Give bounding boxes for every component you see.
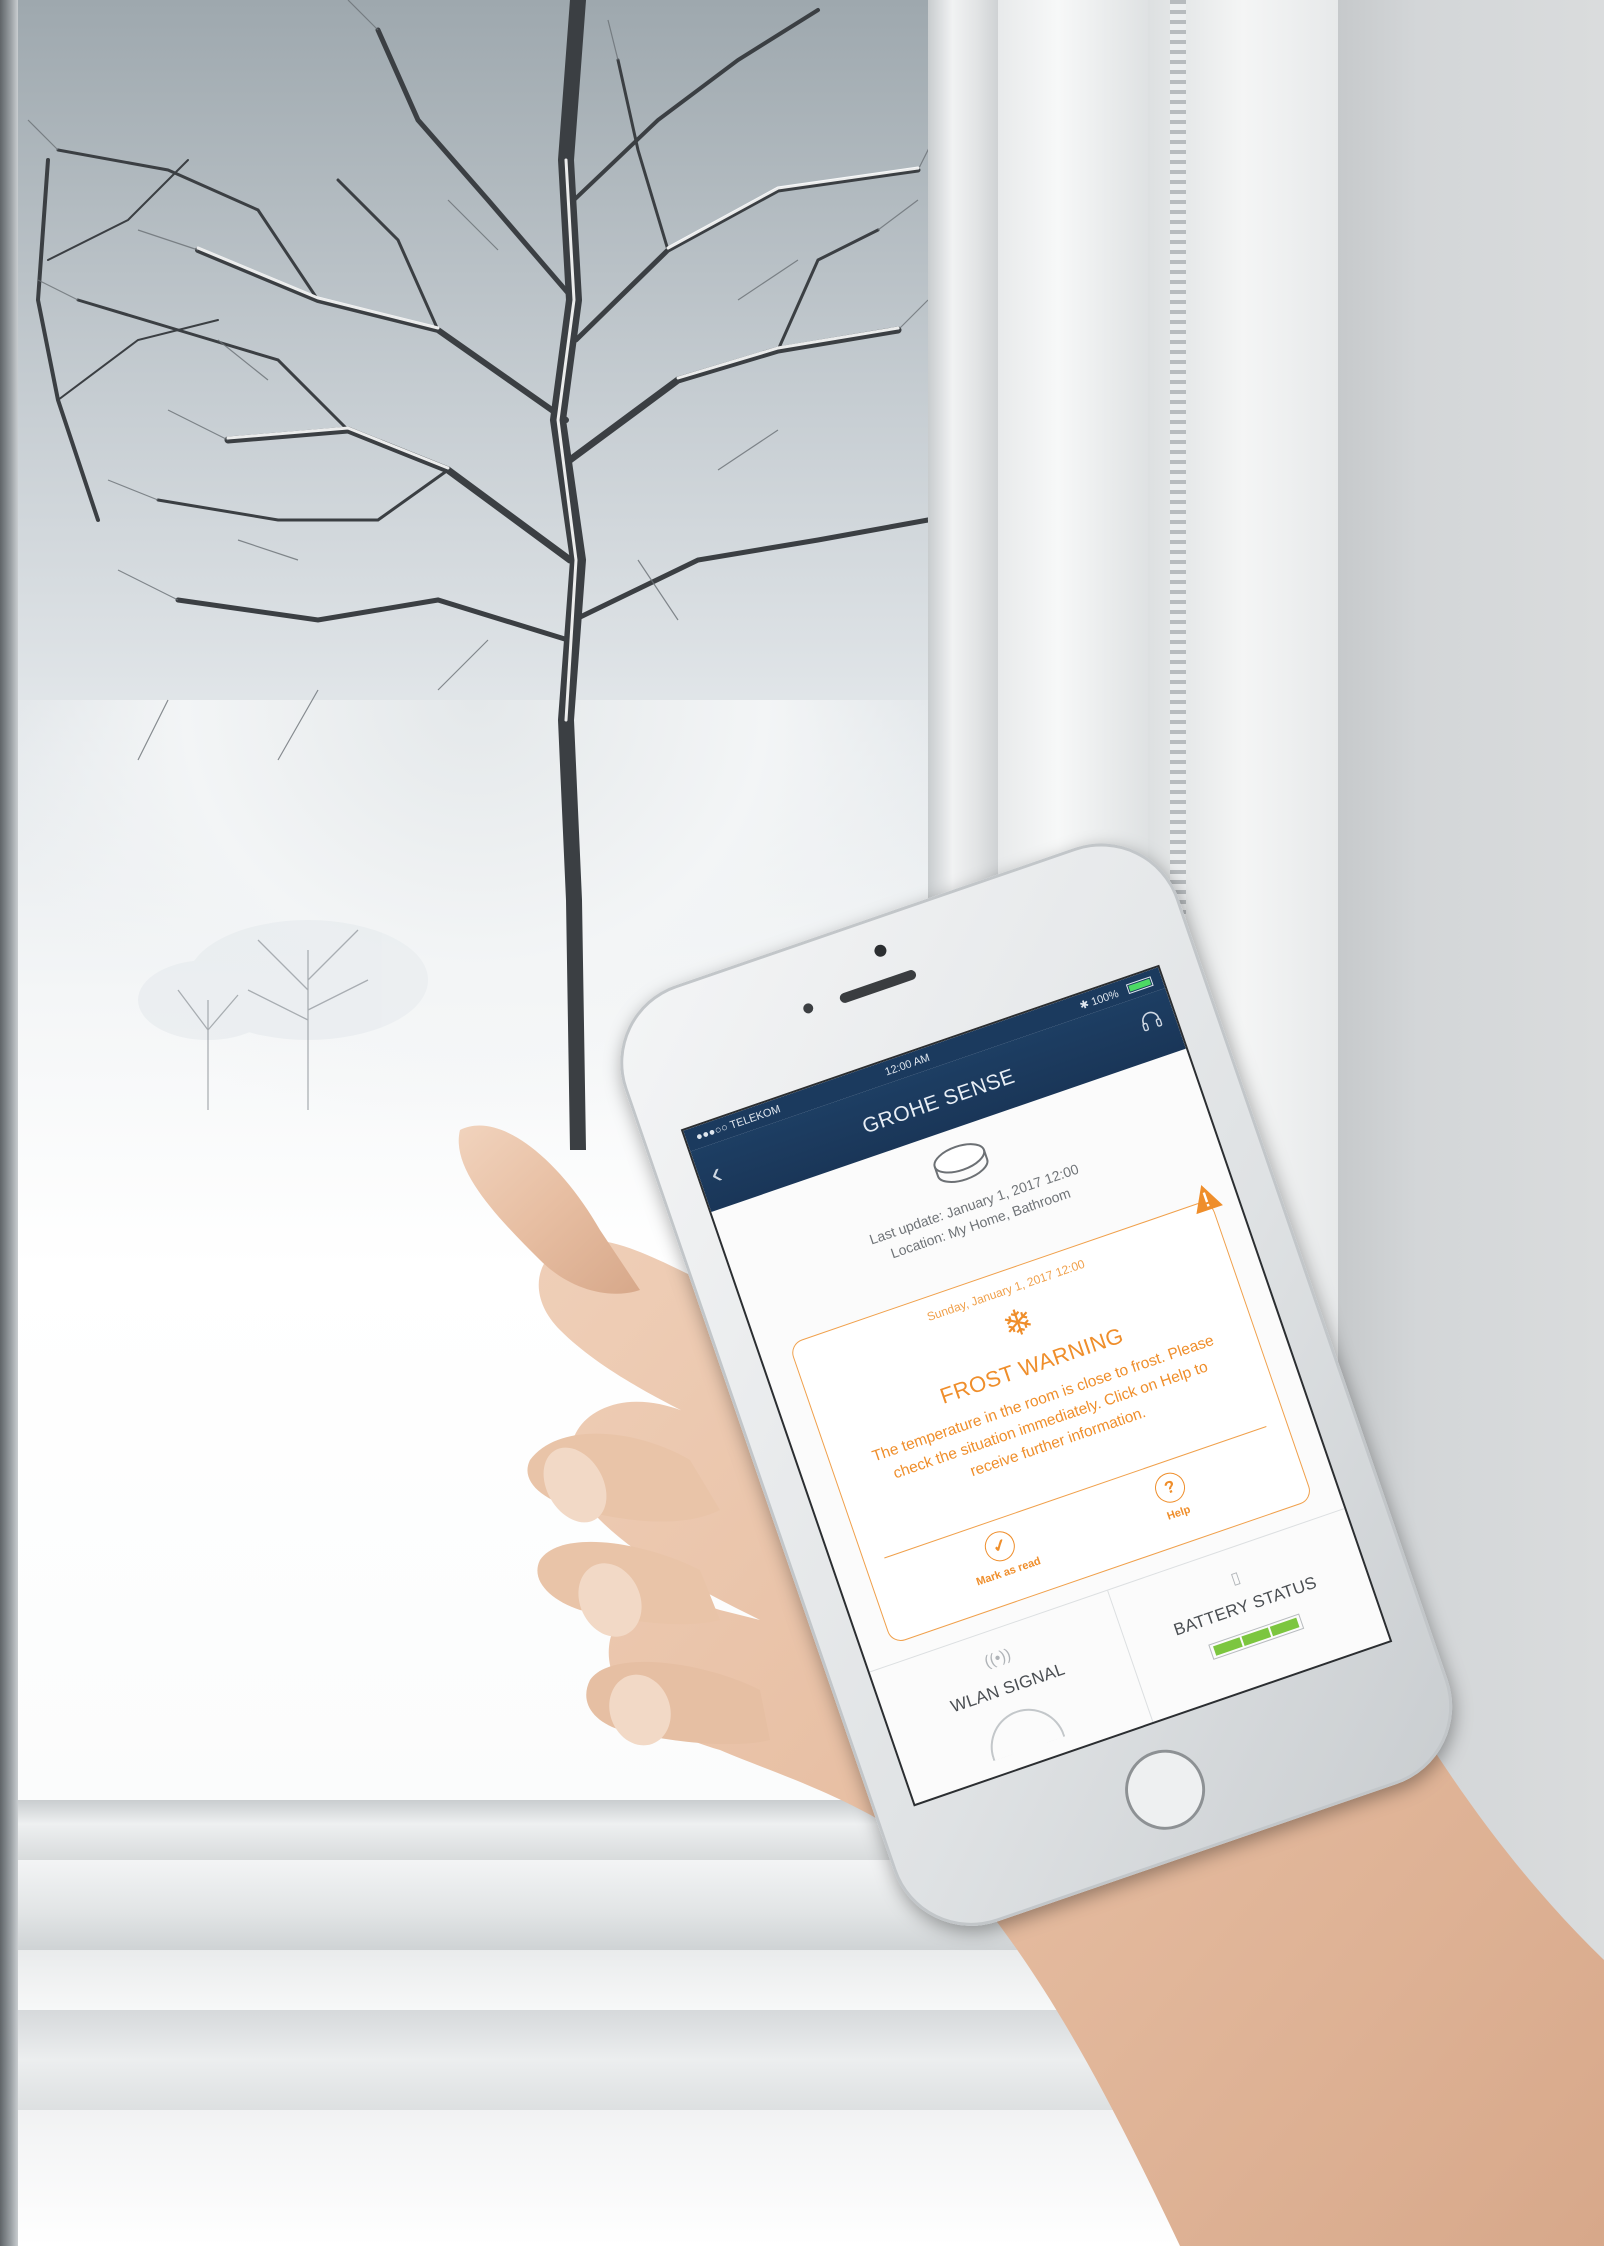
home-button[interactable] xyxy=(1114,1738,1216,1841)
question-circle-icon: ? xyxy=(1150,1468,1190,1507)
mark-as-read-button[interactable]: ✓ Mark as read xyxy=(943,1514,1063,1595)
battery-segment xyxy=(1213,1637,1243,1656)
front-camera xyxy=(872,943,889,959)
earpiece-speaker xyxy=(838,968,918,1005)
battery-icon xyxy=(1125,976,1154,995)
help-button[interactable]: ? Help xyxy=(1113,1456,1233,1537)
sensor-puck-icon xyxy=(933,1143,989,1183)
battery-level-fill xyxy=(1128,978,1152,992)
battery-segment xyxy=(1241,1627,1272,1647)
help-label: Help xyxy=(1165,1503,1193,1523)
mark-as-read-label: Mark as read xyxy=(974,1555,1043,1589)
battery-segment xyxy=(1269,1617,1300,1637)
proximity-sensor xyxy=(801,1001,815,1015)
photo-scene: ●●●○○ TELEKOM 12:00 AM ✱ 100% ‹ GROHE SE… xyxy=(0,0,1604,2246)
check-circle-icon: ✓ xyxy=(980,1527,1019,1566)
wlan-signal-gauge xyxy=(980,1698,1066,1762)
snowflake-icon: ❄ xyxy=(997,1298,1039,1347)
